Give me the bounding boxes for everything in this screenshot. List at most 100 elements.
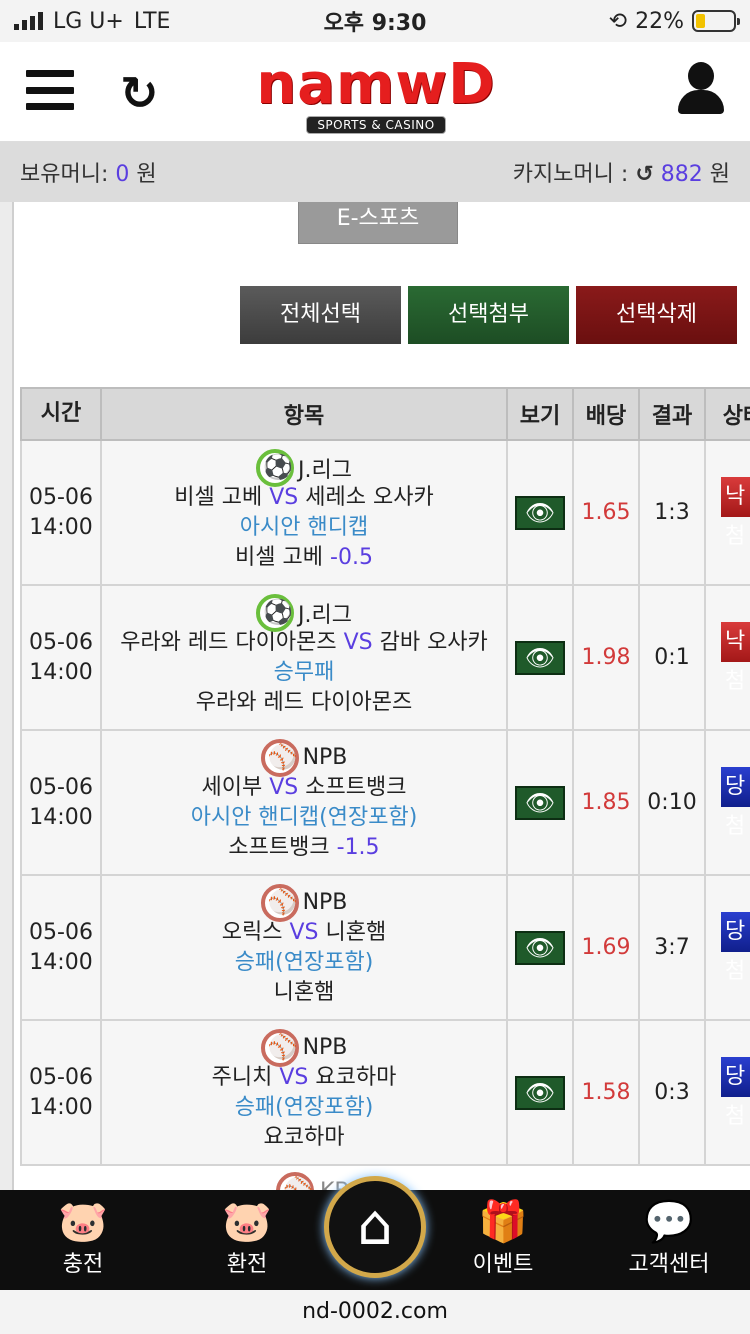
nav-charge[interactable]: 🐷 충전 bbox=[8, 1190, 158, 1290]
row-result: 0:1 bbox=[638, 584, 706, 731]
action-buttons: 전체선택 선택첨부 선택삭제 bbox=[240, 286, 737, 344]
market-type: 아시안 핸디캡(연장포함) bbox=[190, 804, 418, 830]
row-time: 05-06 14:00 bbox=[20, 729, 102, 876]
row-odds: 1.69 bbox=[572, 874, 640, 1021]
logo[interactable]: namwD SPORTS & CASINO bbox=[250, 56, 502, 136]
league-name: NPB bbox=[302, 1035, 348, 1060]
app-header: ↻ namwD SPORTS & CASINO bbox=[0, 42, 750, 142]
market-type: 승무패 bbox=[273, 659, 335, 685]
piggy-minus-icon: 🐷 bbox=[222, 1199, 272, 1245]
home-icon: ⌂ bbox=[357, 1193, 393, 1258]
view-eye-button[interactable]: 👁 bbox=[515, 640, 565, 675]
row-time: 05-06 14:00 bbox=[20, 874, 102, 1021]
matchup: 오릭스 VS 니혼햄 bbox=[221, 919, 387, 945]
row-status: 당첨 bbox=[704, 1019, 750, 1166]
league-name: NPB bbox=[302, 890, 348, 915]
row-odds: 1.85 bbox=[572, 729, 640, 876]
battery-icon bbox=[692, 10, 740, 32]
row-view: 👁 bbox=[506, 729, 574, 876]
status-badge: 당첨 bbox=[721, 911, 750, 984]
row-result: 0:3 bbox=[638, 1019, 706, 1166]
col-odds: 배당 bbox=[572, 387, 640, 441]
piggy-plus-icon: 🐷 bbox=[58, 1199, 108, 1245]
bet-pick: 우라와 레드 다이아몬즈 bbox=[195, 689, 413, 715]
market-type: 아시안 핸디캡 bbox=[239, 514, 369, 540]
attach-selected-button[interactable]: 선택첨부 bbox=[408, 286, 569, 344]
menu-icon[interactable] bbox=[26, 70, 74, 110]
table-row: 05-0614:00 NPB 주니치 VS 요코하마승패(연장포함) 요코하마 👁1.… bbox=[20, 1019, 750, 1166]
baseball-icon bbox=[260, 738, 299, 777]
bet-pick: 요코하마 bbox=[263, 1124, 345, 1150]
logo-subtitle: SPORTS & CASINO bbox=[306, 116, 446, 134]
league-name: J.리그 bbox=[298, 457, 352, 483]
bet-pick: 니혼햄 bbox=[273, 979, 335, 1005]
chat-support-icon: 💬 bbox=[644, 1199, 694, 1245]
view-eye-button[interactable]: 👁 bbox=[515, 495, 565, 530]
view-eye-button[interactable]: 👁 bbox=[515, 1075, 565, 1110]
col-time: 시간 bbox=[20, 387, 102, 441]
baseball-icon bbox=[260, 1028, 299, 1067]
row-result: 1:3 bbox=[638, 439, 706, 586]
nav-event[interactable]: 🎁 이벤트 bbox=[428, 1190, 578, 1290]
holding-money-value: 0 bbox=[115, 162, 130, 187]
league-name: J.리그 bbox=[298, 602, 352, 628]
view-eye-button[interactable]: 👁 bbox=[515, 785, 565, 820]
baseball-icon bbox=[276, 1172, 314, 1190]
battery-percent: 22% bbox=[635, 8, 684, 34]
status-badge: 당첨 bbox=[721, 1056, 750, 1129]
row-view: 👁 bbox=[506, 874, 574, 1021]
row-time: 05-06 14:00 bbox=[20, 1019, 102, 1166]
row-result: 0:10 bbox=[638, 729, 706, 876]
nav-exchange[interactable]: 🐷 환전 bbox=[172, 1190, 322, 1290]
status-bar: LG U+ LTE 오후 9:30 ⟲ 22% bbox=[0, 0, 750, 42]
row-item: J.리그우라와 레드 다이아몬즈 VS 감바 오사카승무패우라와 레드 다이아몬… bbox=[100, 584, 508, 731]
bottom-nav: 🐷 충전 🐷 환전 ⌂ 🎁 이벤트 💬 고객센터 bbox=[0, 1176, 750, 1290]
row-status: 낙첨 bbox=[704, 584, 750, 731]
row-item: NPB 주니치 VS 요코하마승패(연장포함) 요코하마 bbox=[100, 1019, 508, 1166]
row-status: 낙첨 bbox=[704, 439, 750, 586]
select-all-button[interactable]: 전체선택 bbox=[240, 286, 401, 344]
row-view: 👁 bbox=[506, 1019, 574, 1166]
table-row: 05-0614:00J.리그우라와 레드 다이아몬즈 VS 감바 오사카승무패우… bbox=[20, 584, 750, 731]
col-status: 상태 bbox=[704, 387, 750, 441]
row-time: 05-06 14:00 bbox=[20, 584, 102, 731]
col-view: 보기 bbox=[506, 387, 574, 441]
tab-esports[interactable]: E-스포츠 bbox=[298, 202, 458, 244]
table-row: 05-0614:00 NPB 오릭스 VS 니혼햄승패(연장포함) 니혼햄 👁1.69… bbox=[20, 874, 750, 1021]
casino-money: 카지노머니 : ↺ 882 원 bbox=[512, 162, 730, 187]
row-result: 3:7 bbox=[638, 874, 706, 1021]
row-time: 05-06 14:00 bbox=[20, 439, 102, 586]
col-result: 결과 bbox=[638, 387, 706, 441]
table-header: 시간 항목 보기 배당 결과 상태 bbox=[20, 387, 750, 441]
delete-selected-button[interactable]: 선택삭제 bbox=[576, 286, 737, 344]
matchup: 우라와 레드 다이아몬즈 VS 감바 오사카 bbox=[120, 629, 488, 655]
row-status: 당첨 bbox=[704, 729, 750, 876]
matchup: 주니치 VS 요코하마 bbox=[211, 1064, 397, 1090]
row-view: 👁 bbox=[506, 584, 574, 731]
holding-money: 보유머니: 0 원 bbox=[20, 162, 157, 187]
user-icon[interactable] bbox=[676, 62, 726, 118]
home-button[interactable]: ⌂ bbox=[324, 1176, 426, 1278]
view-eye-button[interactable]: 👁 bbox=[515, 930, 565, 965]
bet-history-panel: E-스포츠 전체선택 선택첨부 선택삭제 시간 항목 보기 배당 결과 상태 0… bbox=[12, 202, 750, 1190]
status-badge: 낙첨 bbox=[721, 476, 750, 549]
market-type: 승패(연장포함) bbox=[234, 949, 374, 975]
row-odds: 1.65 bbox=[572, 439, 640, 586]
row-item: NPB 오릭스 VS 니혼햄승패(연장포함) 니혼햄 bbox=[100, 874, 508, 1021]
matchup: 세이부 VS 소프트뱅크 bbox=[201, 774, 407, 800]
bet-table: 시간 항목 보기 배당 결과 상태 05-0614:00J.리그비셀 고베 VS… bbox=[20, 387, 750, 1166]
table-row: 05-0614:00 NPB 세이부 VS 소프트뱅크아시안 핸디캡(연장포함) 소프… bbox=[20, 729, 750, 876]
bet-pick: 비셀 고베 -0.5 bbox=[235, 544, 373, 570]
row-status: 당첨 bbox=[704, 874, 750, 1021]
row-item: J.리그비셀 고베 VS 세레소 오사카아시안 핸디캡비셀 고베 -0.5 bbox=[100, 439, 508, 586]
refresh-icon[interactable]: ↻ bbox=[120, 70, 162, 116]
row-odds: 1.58 bbox=[572, 1019, 640, 1166]
gift-icon: 🎁 bbox=[478, 1199, 528, 1245]
nav-support[interactable]: 💬 고객센터 bbox=[594, 1190, 744, 1290]
row-view: 👁 bbox=[506, 439, 574, 586]
casino-refresh-icon[interactable]: ↺ bbox=[635, 162, 653, 187]
col-item: 항목 bbox=[100, 387, 508, 441]
bet-pick: 소프트뱅크 -1.5 bbox=[228, 834, 380, 860]
table-row: 05-0614:00J.리그비셀 고베 VS 세레소 오사카아시안 핸디캡비셀 … bbox=[20, 439, 750, 586]
url-bar[interactable]: nd-0002.com bbox=[0, 1290, 750, 1334]
